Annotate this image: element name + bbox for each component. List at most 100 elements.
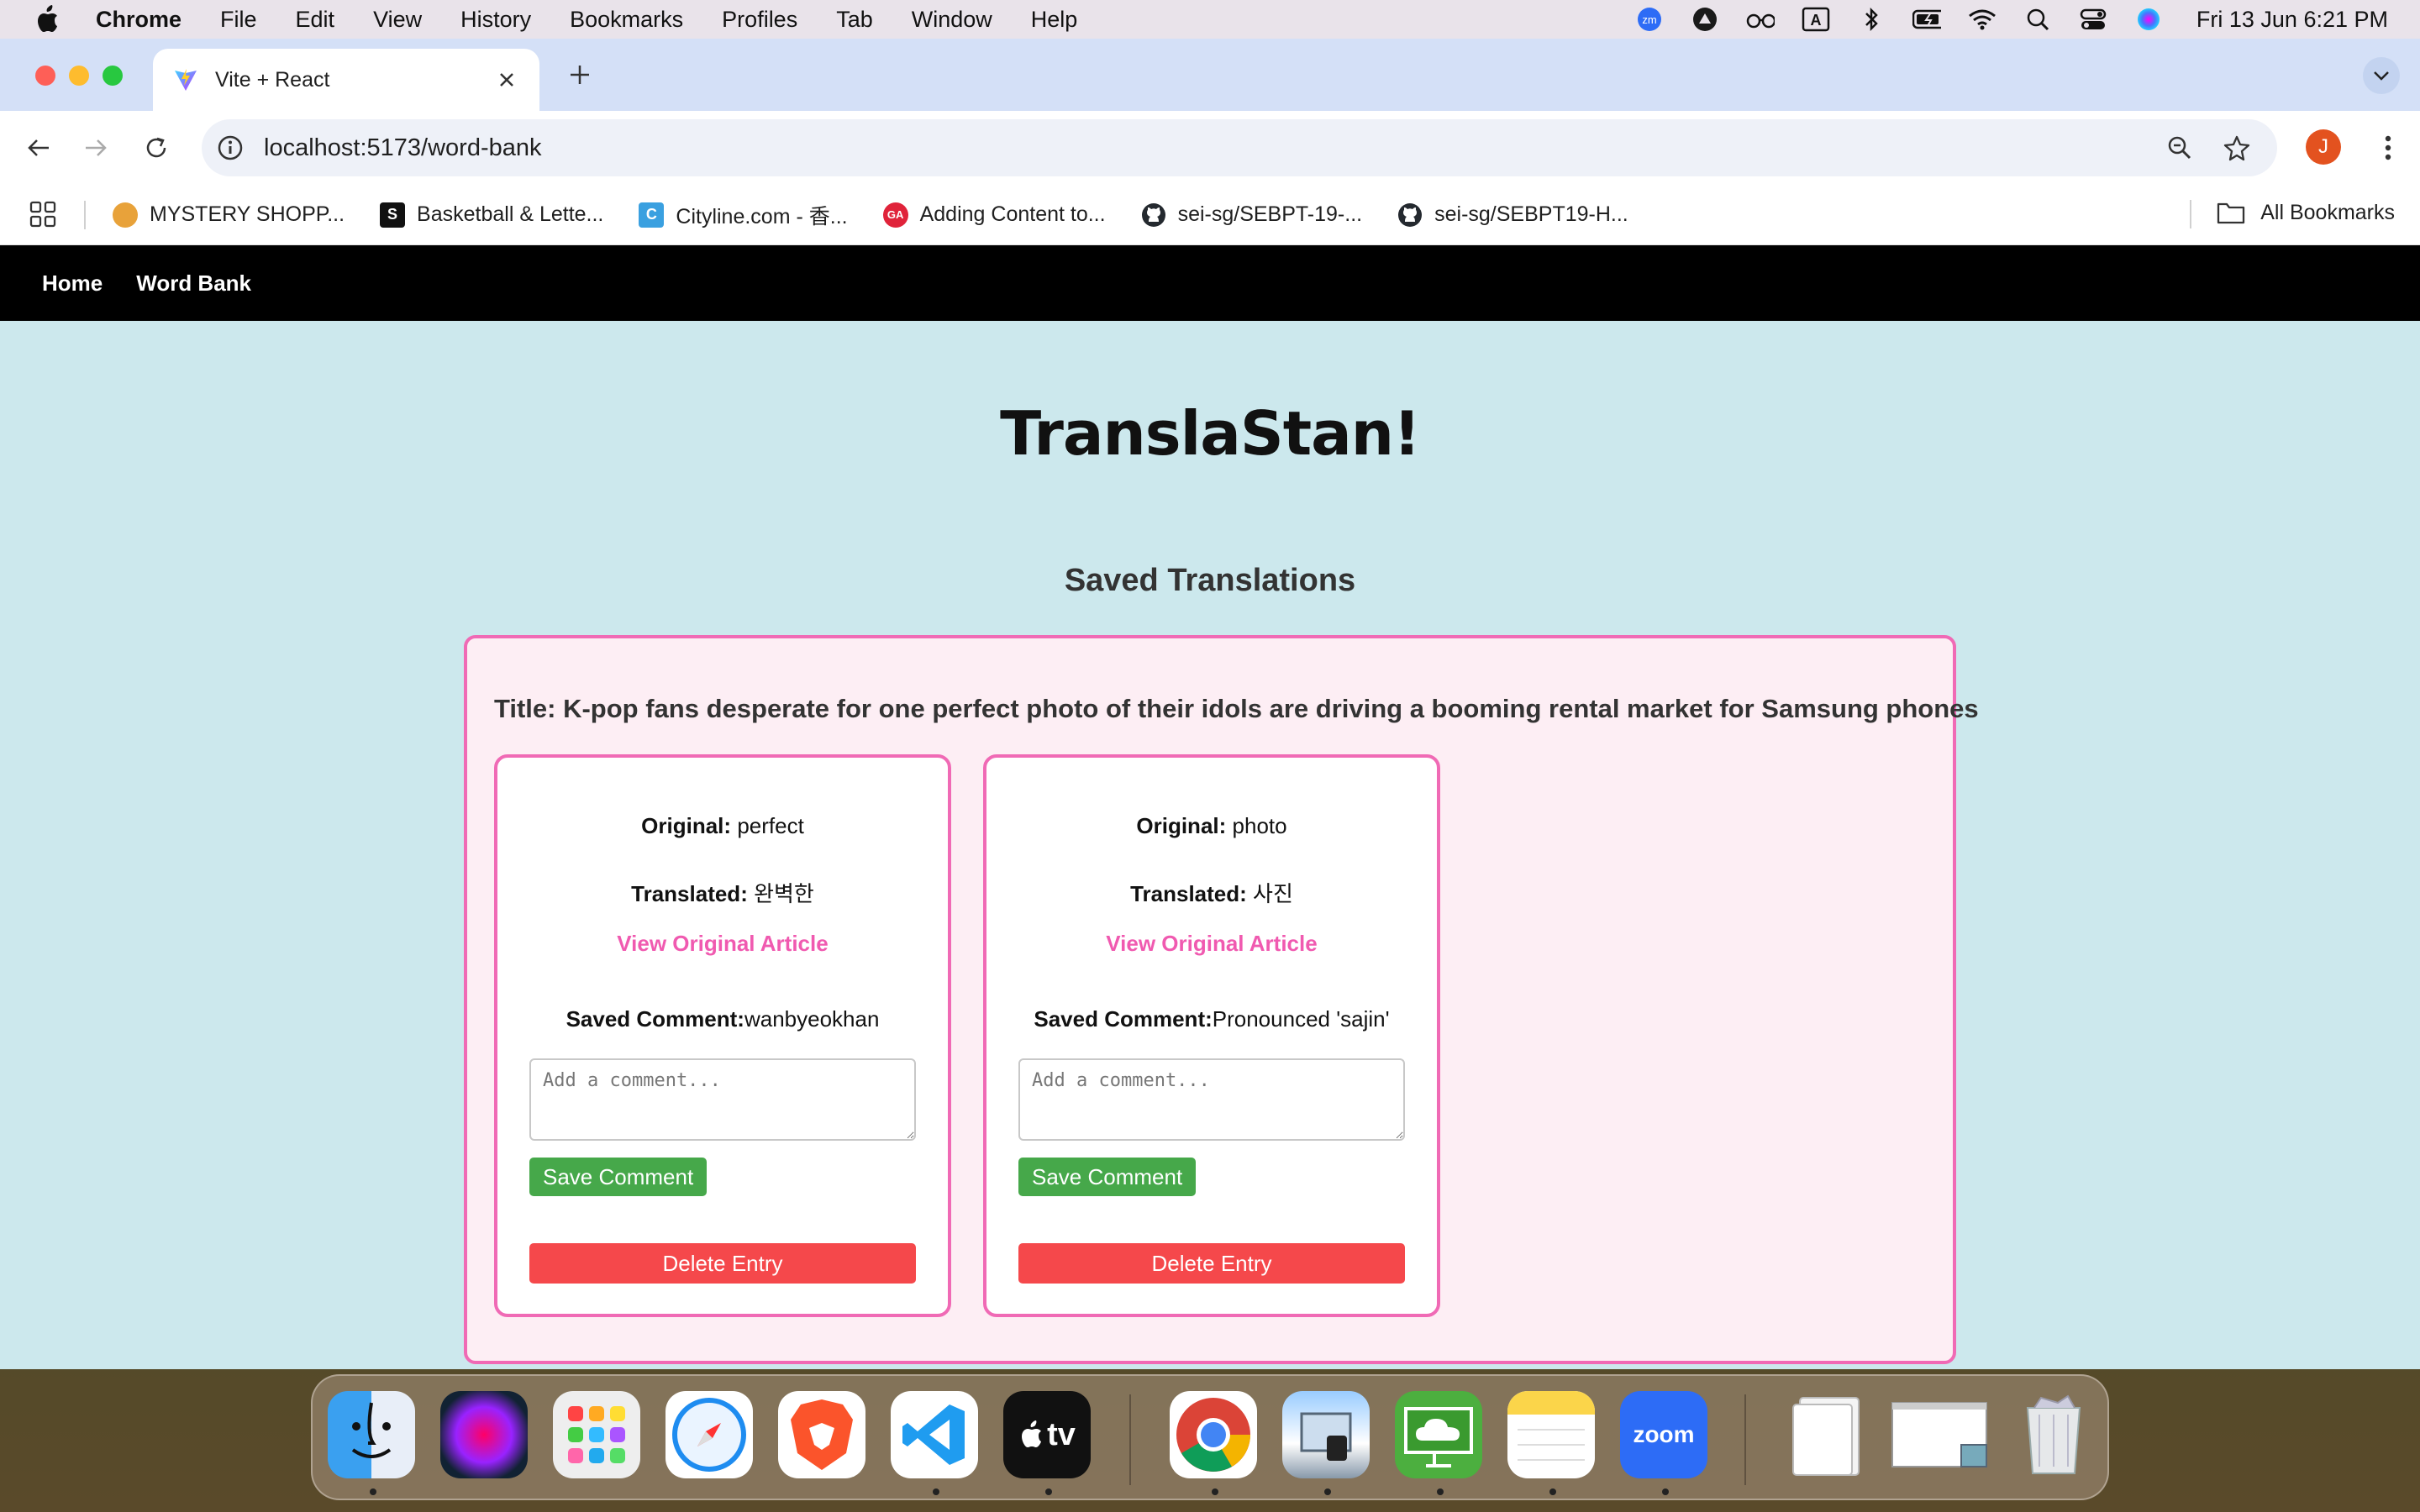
preview-icon[interactable] <box>1282 1391 1370 1478</box>
spotlight-icon[interactable] <box>2023 7 2052 32</box>
menu-history[interactable]: History <box>460 7 531 33</box>
page-viewport: Home Word Bank TranslaStan! Saved Transl… <box>0 245 2420 1369</box>
bookmark-item[interactable]: S Basketball & Lette... <box>380 202 603 228</box>
all-bookmarks-label: All Bookmarks <box>2260 200 2395 224</box>
menu-edit[interactable]: Edit <box>296 7 335 33</box>
macos-dock: tv zoom <box>311 1374 2109 1500</box>
window-close-button[interactable] <box>35 66 55 86</box>
tab-close-icon[interactable] <box>494 67 519 92</box>
menu-bookmarks[interactable]: Bookmarks <box>570 7 683 33</box>
original-row: Original: perfect <box>497 813 948 839</box>
menu-help[interactable]: Help <box>1031 7 1078 33</box>
address-bar[interactable]: localhost:5173/word-bank <box>202 119 2277 176</box>
siri-icon[interactable] <box>2134 7 2163 32</box>
comment-textarea[interactable] <box>1018 1058 1405 1141</box>
battery-icon[interactable] <box>1912 7 1941 32</box>
apple-tv-icon[interactable]: tv <box>1003 1391 1091 1478</box>
menu-view[interactable]: View <box>373 7 422 33</box>
wifi-icon[interactable] <box>1968 7 1996 32</box>
saved-comment-row: Saved Comment:Pronounced 'sajin' <box>986 1006 1437 1032</box>
cloud-screen-icon[interactable] <box>1395 1391 1482 1478</box>
nav-link-word-bank[interactable]: Word Bank <box>136 270 251 297</box>
bookmark-label: sei-sg/SEBPT-19-... <box>1177 202 1363 226</box>
safari-icon[interactable] <box>666 1391 753 1478</box>
tab-search-icon[interactable] <box>2363 57 2400 94</box>
forward-arrow-icon[interactable] <box>77 129 114 166</box>
vscode-icon[interactable] <box>891 1391 978 1478</box>
mystery-shopper-icon <box>113 202 138 228</box>
all-bookmarks-button[interactable]: All Bookmarks <box>2217 200 2395 225</box>
delete-entry-button[interactable]: Delete Entry <box>1018 1243 1405 1284</box>
zoom-icon[interactable]: zoom <box>1620 1391 1707 1478</box>
url-text[interactable]: localhost:5173/word-bank <box>264 134 2163 162</box>
screenshot-stack-icon[interactable] <box>1887 1391 1991 1478</box>
menu-file[interactable]: File <box>220 7 257 33</box>
menu-window[interactable]: Window <box>912 7 992 33</box>
apps-grid-icon[interactable] <box>29 200 59 230</box>
bluetooth-icon[interactable] <box>1857 7 1886 32</box>
site-info-icon[interactable] <box>217 134 244 161</box>
ga-icon: GA <box>882 202 908 228</box>
saved-comment-text: Pronounced 'sajin' <box>1212 1006 1390 1032</box>
site-brand-title: TranslaStan! <box>1000 398 1421 469</box>
save-comment-button[interactable]: Save Comment <box>529 1158 708 1196</box>
bookmark-item[interactable]: sei-sg/SEBPT-19-... <box>1141 202 1363 228</box>
reader-glasses-icon[interactable] <box>1746 7 1775 32</box>
launchpad-icon[interactable] <box>553 1391 640 1478</box>
translated-label: Translated: <box>631 881 748 906</box>
nav-link-home[interactable]: Home <box>42 270 103 297</box>
zoom-status-icon[interactable]: zm <box>1635 7 1664 32</box>
view-original-article-link[interactable]: View Original Article <box>986 931 1437 957</box>
brave-icon[interactable] <box>778 1391 865 1478</box>
bookmarks-divider <box>84 200 86 229</box>
finder-icon[interactable] <box>328 1391 415 1478</box>
menu-tab[interactable]: Tab <box>836 7 873 33</box>
bookmark-label: Cityline.com - 香... <box>676 204 848 228</box>
chrome-menu-icon[interactable] <box>2371 129 2405 166</box>
vite-favicon-icon <box>173 67 198 92</box>
bookmark-star-icon[interactable] <box>2220 131 2254 165</box>
running-indicator <box>1549 1488 1556 1495</box>
tv-label: tv <box>1047 1416 1076 1452</box>
reload-icon[interactable] <box>138 129 175 166</box>
bookmarks-divider <box>2190 200 2191 228</box>
bookmarks-bar: MYSTERY SHOPP... S Basketball & Lette...… <box>0 185 2420 245</box>
running-indicator <box>1324 1488 1331 1495</box>
apple-menu-icon[interactable] <box>32 4 62 34</box>
view-original-article-link[interactable]: View Original Article <box>497 931 948 957</box>
scrobbler-icon[interactable] <box>1691 7 1719 32</box>
menubar-clock[interactable]: Fri 13 Jun 6:21 PM <box>2196 7 2388 33</box>
delete-entry-button[interactable]: Delete Entry <box>529 1243 916 1284</box>
documents-folder-icon[interactable] <box>1785 1391 1872 1478</box>
siri-icon[interactable] <box>440 1391 528 1478</box>
chrome-icon[interactable] <box>1170 1391 1257 1478</box>
cityline-icon: C <box>639 202 665 228</box>
bookmark-item[interactable]: sei-sg/SEBPT19-H... <box>1397 202 1628 228</box>
control-center-icon[interactable] <box>2079 7 2107 32</box>
translated-row: Translated: 완벽한 <box>497 877 948 908</box>
menu-app-name[interactable]: Chrome <box>96 7 182 33</box>
save-comment-button[interactable]: Save Comment <box>1018 1158 1197 1196</box>
menu-profiles[interactable]: Profiles <box>722 7 797 33</box>
bookmark-item[interactable]: MYSTERY SHOPP... <box>113 202 345 228</box>
comment-textarea[interactable] <box>529 1058 916 1141</box>
running-indicator <box>370 1488 376 1495</box>
bookmark-label: Adding Content to... <box>919 202 1106 226</box>
window-minimize-button[interactable] <box>69 66 89 86</box>
tab-strip: Vite + React <box>0 39 2420 111</box>
back-arrow-icon[interactable] <box>20 129 57 166</box>
trash-icon[interactable] <box>2010 1391 2097 1478</box>
profile-avatar[interactable]: J <box>2306 129 2341 165</box>
input-source-a-icon[interactable]: A <box>1802 7 1830 32</box>
article-title: Title: K-pop fans desperate for one perf… <box>494 694 1979 723</box>
browser-tab-active[interactable]: Vite + React <box>153 49 539 111</box>
window-zoom-button[interactable] <box>103 66 123 86</box>
notes-icon[interactable] <box>1507 1391 1595 1478</box>
bookmark-item[interactable]: GA Adding Content to... <box>882 202 1106 228</box>
bookmark-item[interactable]: C Cityline.com - 香... <box>639 200 848 230</box>
translated-label: Translated: <box>1130 881 1247 906</box>
new-tab-button[interactable] <box>563 59 597 92</box>
zoom-magnifier-icon[interactable] <box>2163 131 2196 165</box>
translated-word: 사진 <box>1253 881 1293 906</box>
original-row: Original: photo <box>986 813 1437 839</box>
